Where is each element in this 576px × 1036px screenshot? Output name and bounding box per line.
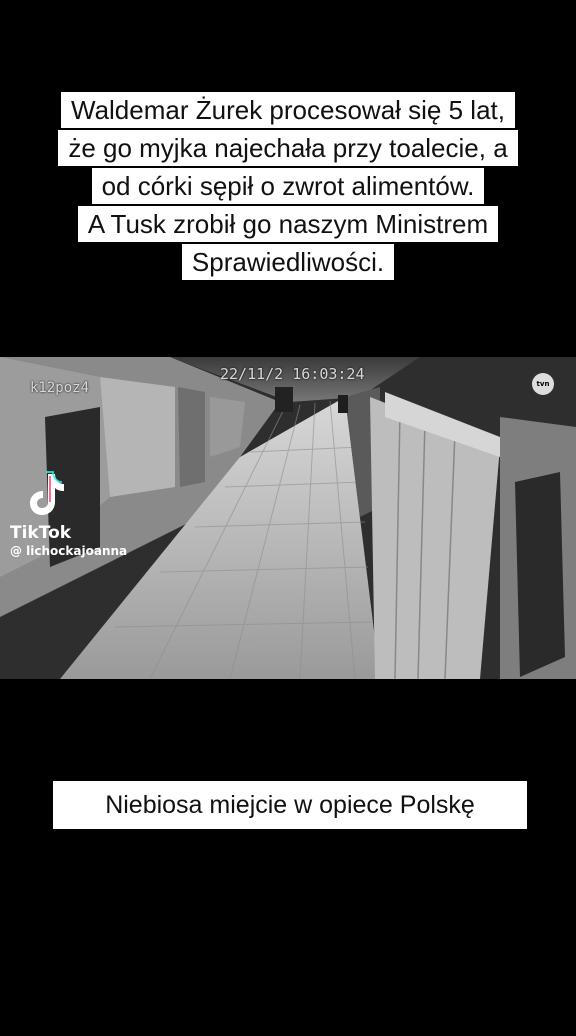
tiktok-username: @ lichockajoanna [10,544,128,558]
caption-line-5: Sprawiedliwości. [181,244,395,280]
tiktok-watermark: TikTok @ lichockajoanna [10,470,127,559]
caption-line-4: A Tusk zrobił go naszym Ministrem [77,206,499,242]
caption-line-3: od córki sępił o zwrot alimentów. [91,168,485,204]
tiktok-brand: TikTok [10,523,72,543]
bottom-caption: Niebiosa miejcie w opiece Polskę [53,781,527,829]
video-timestamp: 22/11/2 16:03:24 [220,365,365,383]
caption-line-1: Waldemar Żurek procesował się 5 lat, [61,92,515,128]
caption-line-2: że go myjka najechała przy toalecie, a [58,130,518,166]
camera-id-label: k12poz4 [30,380,90,396]
top-caption: Waldemar Żurek procesował się 5 lat, że … [0,92,576,282]
tiktok-note-icon [30,471,64,515]
broadcaster-logo: tvn [532,373,554,395]
